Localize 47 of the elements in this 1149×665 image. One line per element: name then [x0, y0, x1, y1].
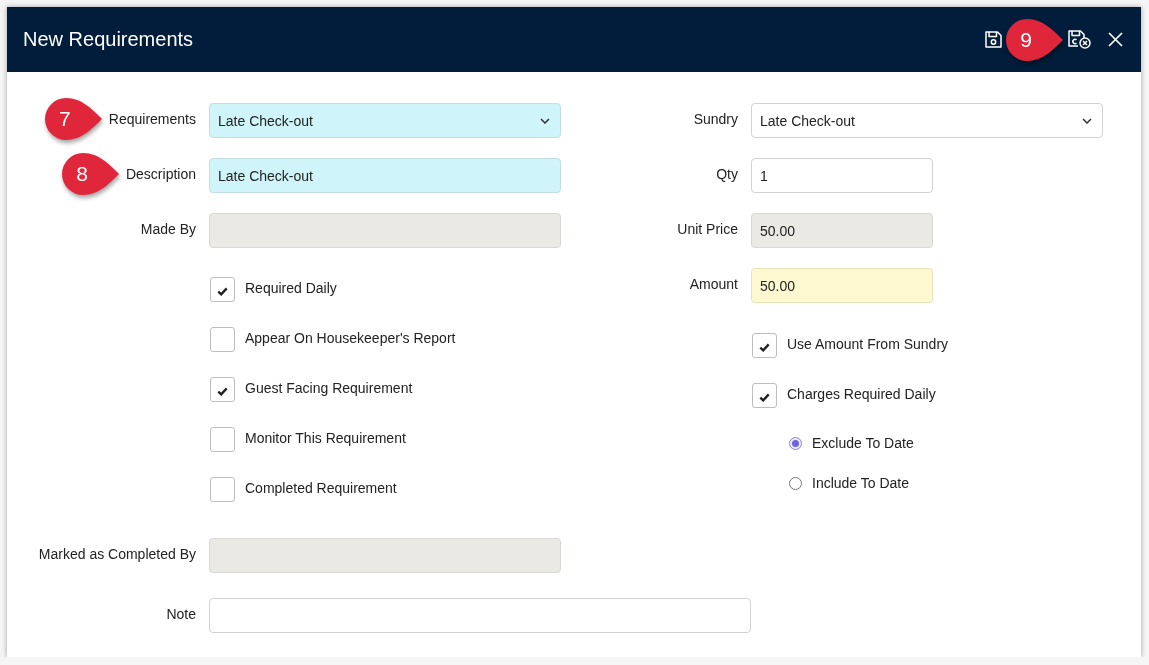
field-label: Made By: [140, 220, 196, 237]
input-field[interactable]: 50.00: [751, 268, 933, 303]
window-title: New Requirements: [23, 28, 195, 51]
radio-label: Include To Date: [812, 475, 910, 491]
checkbox-label: Guest Facing Requirement: [245, 380, 413, 398]
dropdown[interactable]: Late Check-out: [209, 103, 561, 138]
checkbox-label: Monitor This Requirement: [245, 430, 406, 448]
checkbox-label: Completed Requirement: [245, 480, 397, 498]
checkbox[interactable]: [752, 383, 777, 408]
radio-label: Exclude To Date: [812, 435, 914, 451]
field-label: Sundry: [693, 110, 738, 127]
input-field[interactable]: Late Check-out: [209, 158, 561, 193]
callout-marker: 7: [43, 96, 102, 141]
radio-button[interactable]: [789, 436, 802, 450]
field-label: Qty: [716, 165, 738, 182]
field-label: Requirements: [108, 110, 196, 127]
save-button[interactable]: [983, 29, 1004, 50]
radio-button[interactable]: [789, 476, 802, 490]
field-label: Description: [125, 165, 196, 182]
chevron-down-icon: [540, 118, 550, 124]
checkbox[interactable]: [210, 327, 235, 352]
input-field[interactable]: [209, 598, 751, 633]
checkbox[interactable]: [752, 333, 777, 358]
callout-marker: 9: [1005, 17, 1063, 62]
dropdown[interactable]: Late Check-out: [751, 103, 1103, 138]
close-icon: [1108, 32, 1123, 47]
checkbox[interactable]: [210, 377, 235, 402]
field-label: Unit Price: [677, 220, 738, 237]
checkmark-icon: [759, 342, 770, 352]
floppy-disk-x-icon: [1068, 30, 1091, 49]
input-field[interactable]: 1: [751, 158, 933, 193]
checkbox[interactable]: [210, 477, 235, 502]
save-icon: [985, 31, 1002, 48]
chevron-down-icon: [1082, 118, 1092, 124]
field-label: Amount: [689, 275, 738, 292]
checkmark-icon: [759, 392, 770, 402]
field-label: Note: [166, 605, 196, 622]
checkbox-label: Appear On Housekeeper's Report: [245, 330, 456, 348]
checkbox-label: Use Amount From Sundry: [787, 336, 949, 354]
field-label: Marked as Completed By: [38, 545, 196, 562]
callout-marker: 8: [60, 151, 119, 196]
checkmark-icon: [217, 386, 228, 396]
checkbox-label: Required Daily: [245, 280, 337, 298]
checkbox[interactable]: [210, 277, 235, 302]
checkbox-label: Charges Required Daily: [787, 386, 936, 404]
checkmark-icon: [217, 286, 228, 296]
checkbox[interactable]: [210, 427, 235, 452]
